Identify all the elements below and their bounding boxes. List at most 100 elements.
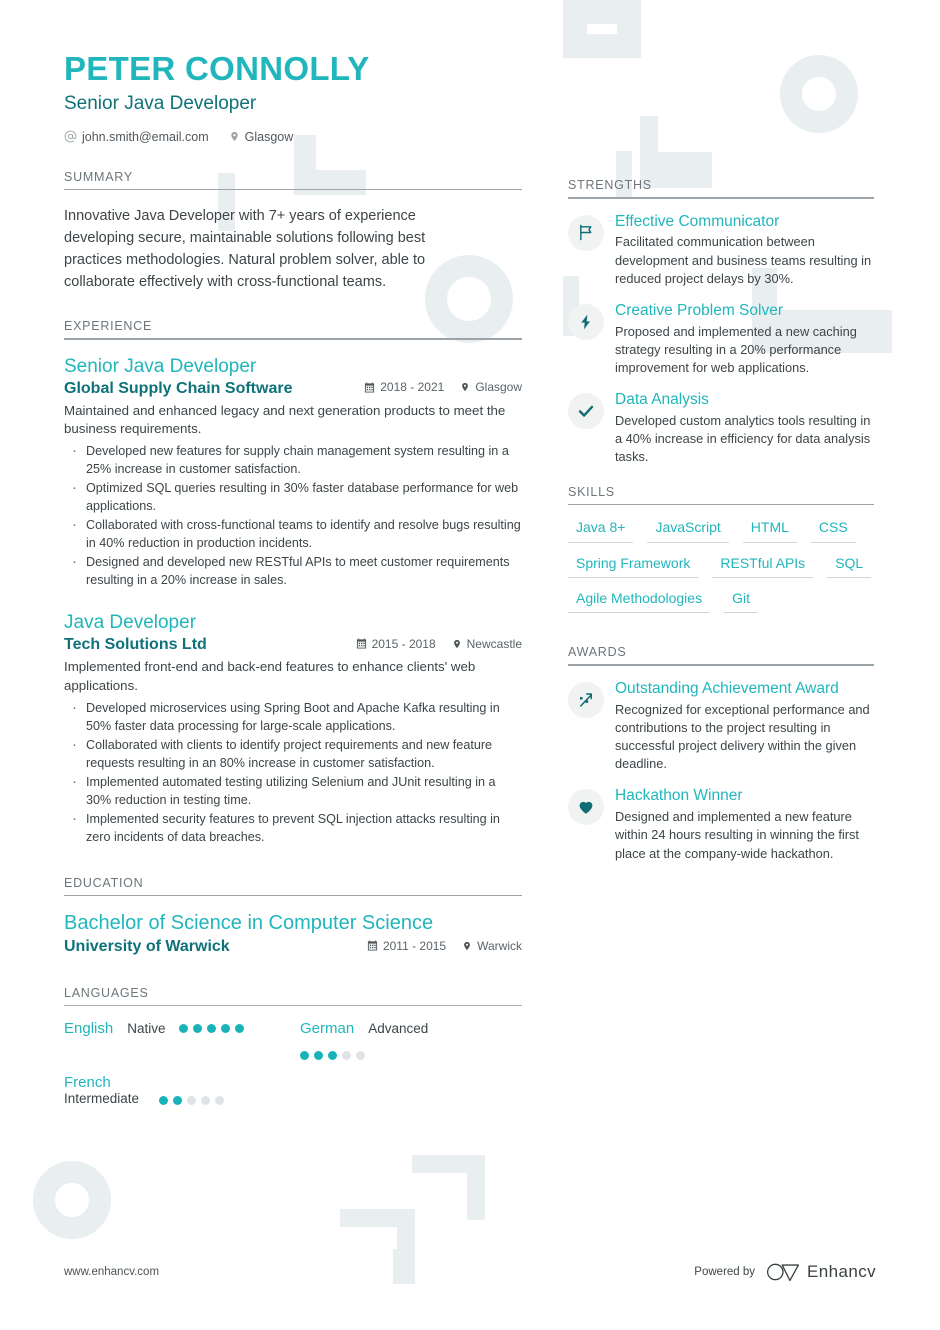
languages-list: English Native German Advanced French In… [64,1020,522,1106]
skill-tag[interactable]: Spring Framework [568,555,699,578]
map-pin-icon [460,381,470,393]
language-name: French [64,1074,111,1092]
job-company: Tech Solutions Ltd [64,636,207,653]
job-bullet: Collaborated with clients to identify pr… [64,734,522,772]
language-level: Native [127,1021,166,1037]
right-column: STRENGTHS Effective Communicator Facilit… [568,178,874,877]
trend-arrow-icon [568,681,604,718]
job-bullet: Implemented automated testing utilizing … [64,771,522,809]
watermark-corner-4 [467,1155,485,1220]
skill-tag[interactable]: Java 8+ [568,519,634,543]
education-location: Warwick [462,939,522,953]
languages-section: LANGUAGES English Native German Advanced… [64,986,522,1106]
contact-location-text: Glasgow [244,129,294,144]
strengths-list: Effective Communicator Facilitated commu… [568,213,874,467]
job-dates-text: 2018 - 2021 [380,380,445,394]
language-level: Advanced [368,1021,429,1037]
award-item: Outstanding Achievement Award Recognized… [568,680,874,774]
job-bullet: Implemented security features to prevent… [64,808,522,846]
enhancv-logo-icon: Enhancv [766,1262,876,1282]
job-bullet: Developed microservices using Spring Boo… [64,697,522,735]
job-bullet: Designed and developed new RESTful APIs … [64,551,522,589]
candidate-role: Senior Java Developer [64,92,257,114]
award-text: Outstanding Achievement Award Recognized… [615,680,874,774]
job-company: Global Supply Chain Software [64,379,293,397]
language-name: English [64,1020,114,1038]
skill-tag[interactable]: Git [724,590,758,614]
strength-description: Facilitated communication between develo… [615,234,872,286]
job-location: Newcastle [452,637,522,651]
skill-tag[interactable]: HTML [742,519,797,543]
experience-item: Java Developer Tech Solutions Ltd 2015 -… [64,611,522,846]
award-description: Designed and implemented a new feature w… [615,809,859,861]
language-line: French Intermediate [64,1074,264,1106]
award-text: Hackathon Winner Designed and implemente… [615,787,874,862]
skill-tag[interactable]: JavaScript [647,519,729,543]
footer-brand-area: Powered by Enhancv [694,1262,876,1282]
education-dates-text: 2011 - 2015 [382,938,447,953]
skill-tag[interactable]: SQL [827,555,872,578]
award-title: Outstanding Achievement Award [615,679,839,697]
education-degree: Bachelor of Science in Computer Science [64,912,434,935]
contact-email[interactable]: john.smith@email.com [64,130,209,144]
education-header-row: University of Warwick 2011 - 2015 Warwic… [64,938,522,956]
strength-text: Creative Problem Solver Proposed and imp… [615,302,874,377]
job-description: Implemented front-end and back-end featu… [64,659,476,693]
skills-divider [568,503,874,506]
left-column: PETER CONNOLLY Senior Java Developer joh… [64,50,522,1106]
education-location-text: Warwick [477,938,522,953]
experience-divider [64,338,522,340]
map-pin-icon [462,940,472,952]
experience-section: EXPERIENCE Senior Java Developer Global … [64,319,522,846]
contact-list: john.smith@email.com Glasgow [64,130,522,144]
language-item: French Intermediate [64,1074,264,1106]
awards-divider [568,664,874,666]
education-section: EDUCATION Bachelor of Science in Compute… [64,876,522,957]
candidate-name: PETER CONNOLLY [64,50,370,87]
language-line: German Advanced [300,1020,500,1061]
resume-header: PETER CONNOLLY Senior Java Developer joh… [64,50,522,144]
summary-divider [64,188,522,191]
skill-tag[interactable]: Agile Methodologies [568,590,711,614]
strength-description: Developed custom analytics tools resulti… [615,413,871,465]
job-meta: 2018 - 2021 Glasgow [364,380,522,394]
job-dates: 2018 - 2021 [364,380,444,394]
footer-brand-name: Enhancv [807,1262,876,1281]
footer-url[interactable]: www.enhancv.com [64,1266,159,1278]
strength-title: Data Analysis [615,391,709,409]
language-name: German [300,1020,355,1038]
strengths-section: STRENGTHS Effective Communicator Facilit… [568,178,874,467]
languages-heading: LANGUAGES [64,986,149,1001]
education-divider [64,894,522,897]
summary-text: Innovative Java Developer with 7+ years … [64,208,426,291]
language-rating-dots [159,1096,225,1106]
at-icon [64,130,77,143]
job-location: Glasgow [460,380,522,394]
skill-tag[interactable]: RESTful APIs [712,555,814,578]
awards-section: AWARDS Outstanding Achievement Award Rec… [568,645,874,862]
strength-description: Proposed and implemented a new caching s… [615,323,857,376]
experience-heading: EXPERIENCE [64,319,153,334]
education-dates: 2011 - 2015 [367,939,446,953]
job-bullets: Developed microservices using Spring Boo… [64,697,522,846]
job-bullet: Optimized SQL queries resulting in 30% f… [64,477,522,515]
language-rating-dots [179,1024,245,1034]
map-pin-icon [452,638,462,650]
job-dates-text: 2015 - 2018 [371,636,436,651]
contact-email-text: john.smith@email.com [82,129,209,144]
awards-heading: AWARDS [568,645,627,660]
job-location-text: Newcastle [466,636,522,651]
job-bullets: Developed new features for supply chain … [64,440,522,589]
experience-item: Senior Java Developer Global Supply Chai… [64,355,522,590]
strength-title: Effective Communicator [615,212,780,230]
job-dates: 2015 - 2018 [356,637,436,651]
lightning-bolt-icon [568,303,604,340]
language-level: Intermediate [64,1091,140,1107]
job-title: Senior Java Developer [64,355,257,377]
awards-list: Outstanding Achievement Award Recognized… [568,680,874,863]
award-description: Recognized for exceptional performance a… [615,701,870,772]
skill-tag[interactable]: CSS [810,519,856,543]
job-description: Maintained and enhanced legacy and next … [64,402,506,437]
job-bullet: Collaborated with cross-functional teams… [64,514,522,552]
calendar-icon [367,940,378,951]
